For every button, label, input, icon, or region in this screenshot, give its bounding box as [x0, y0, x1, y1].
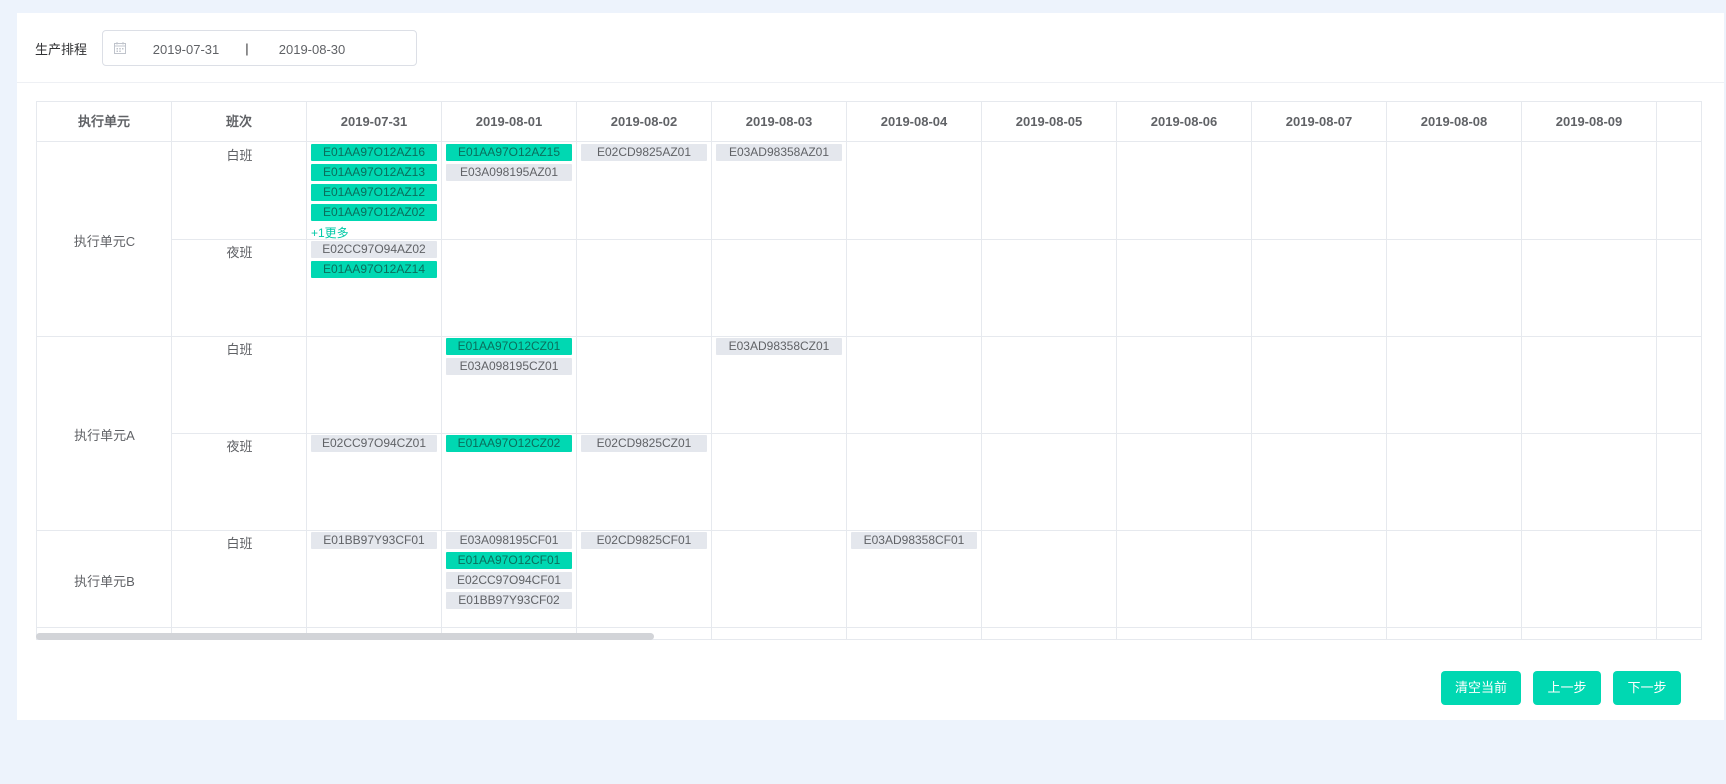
task-chip[interactable]: E03A098195CZ01	[446, 358, 572, 375]
horizontal-scrollbar[interactable]	[36, 633, 654, 640]
grid-column-line	[981, 142, 982, 639]
date-header: 2019-08-06	[1117, 102, 1252, 142]
filter-label: 生产排程	[35, 42, 88, 57]
date-header: 2019-08-09	[1522, 102, 1657, 142]
shift-label: 白班	[226, 342, 253, 357]
range-separator: |	[245, 41, 249, 56]
grid-column-line	[1386, 142, 1387, 639]
task-chip[interactable]: E01AA97O12AZ16	[311, 144, 437, 161]
task-chip[interactable]: E01BB97Y93CF01	[311, 532, 437, 549]
date-header: 2019-08-04	[847, 102, 982, 142]
task-chip[interactable]: E02CD9825CF01	[581, 532, 707, 549]
task-chip[interactable]: E03AD98358CF01	[851, 532, 977, 549]
unit-label: 执行单元A	[74, 428, 135, 443]
date-header: 2019-08-08	[1387, 102, 1522, 142]
header-shift: 班次	[172, 102, 307, 142]
grid-column-line	[306, 142, 307, 639]
unit-label: 执行单元C	[73, 234, 136, 249]
unit-label: 执行单元B	[74, 573, 135, 589]
date-header: 2019-07-31	[307, 102, 442, 142]
clear-current-button[interactable]: 清空当前	[1441, 671, 1521, 705]
grid-column-line	[1521, 142, 1522, 639]
task-chip[interactable]: E01AA97O12AZ15	[446, 144, 572, 161]
more-tasks-link[interactable]: +1更多	[311, 224, 349, 241]
next-step-button[interactable]: 下一步	[1613, 671, 1681, 705]
unit-divider	[37, 627, 1701, 628]
prev-step-button[interactable]: 上一步	[1533, 671, 1601, 705]
shift-label: 夜班	[226, 439, 253, 454]
grid-column-line	[1656, 142, 1657, 639]
task-chip[interactable]: E01BB97Y93CF02	[446, 592, 572, 609]
task-chip[interactable]: E02CD9825AZ01	[581, 144, 707, 161]
unit-divider	[37, 530, 1701, 531]
task-chip[interactable]: E02CC97O94CZ01	[311, 435, 437, 452]
date-header: 2019-08-07	[1252, 102, 1387, 142]
date-header: 20	[1657, 102, 1701, 142]
filter-bar: 生产排程 2019-07-31 | 2019-08-30	[17, 13, 1724, 83]
date-header: 2019-08-05	[982, 102, 1117, 142]
task-chip[interactable]: E03A098195CF01	[446, 532, 572, 549]
task-chip[interactable]: E01AA97O12AZ02	[311, 204, 437, 221]
schedule-table[interactable]: 执行单元 班次 2019-07-31 2019-08-01 2019-08-02 20…	[36, 101, 1702, 640]
task-chip[interactable]: E03AD98358CZ01	[716, 338, 842, 355]
shift-label: 夜班	[226, 245, 253, 260]
task-chip[interactable]: E03A098195AZ01	[446, 164, 572, 181]
task-chip[interactable]: E02CD9825CZ01	[581, 435, 707, 452]
task-chip[interactable]: E01AA97O12CZ01	[446, 338, 572, 355]
production-schedule-card: 生产排程 2019-07-31 | 2019-08-30 执行单元 班次 201…	[17, 13, 1724, 720]
shift-label: 白班	[226, 148, 253, 163]
grid-column-line	[576, 142, 577, 639]
task-chip[interactable]: E01AA97O12AZ12	[311, 184, 437, 201]
date-header: 2019-08-01	[442, 102, 577, 142]
end-date-input[interactable]: 2019-08-30	[267, 42, 357, 57]
task-chip[interactable]: E01AA97O12AZ13	[311, 164, 437, 181]
task-chip[interactable]: E02CC97O94AZ02	[311, 241, 437, 258]
grid-column-line	[441, 142, 442, 639]
schedule-grid: 执行单元 班次 2019-07-31 2019-08-01 2019-08-02 20…	[37, 102, 1701, 639]
grid-column-line	[846, 142, 847, 639]
task-chip[interactable]: E03AD98358AZ01	[716, 144, 842, 161]
grid-column-line	[1251, 142, 1252, 639]
date-header: 2019-08-03	[712, 102, 847, 142]
task-chip[interactable]: E01AA97O12CF01	[446, 552, 572, 569]
shift-label: 白班	[226, 536, 253, 551]
task-chip[interactable]: E01AA97O12CZ02	[446, 435, 572, 452]
task-chip[interactable]: E01AA97O12AZ14	[311, 261, 437, 278]
grid-column-line	[171, 142, 172, 639]
shift-divider	[172, 433, 1701, 434]
date-range-picker[interactable]: 2019-07-31 | 2019-08-30	[102, 30, 417, 66]
grid-column-line	[711, 142, 712, 639]
shift-divider	[172, 239, 1701, 240]
calendar-icon	[114, 42, 126, 54]
start-date-input[interactable]: 2019-07-31	[141, 42, 231, 57]
header-unit: 执行单元	[37, 102, 172, 142]
task-chip[interactable]: E02CC97O94CF01	[446, 572, 572, 589]
unit-divider	[37, 336, 1701, 337]
grid-column-line	[1116, 142, 1117, 639]
date-header: 2019-08-02	[577, 102, 712, 142]
